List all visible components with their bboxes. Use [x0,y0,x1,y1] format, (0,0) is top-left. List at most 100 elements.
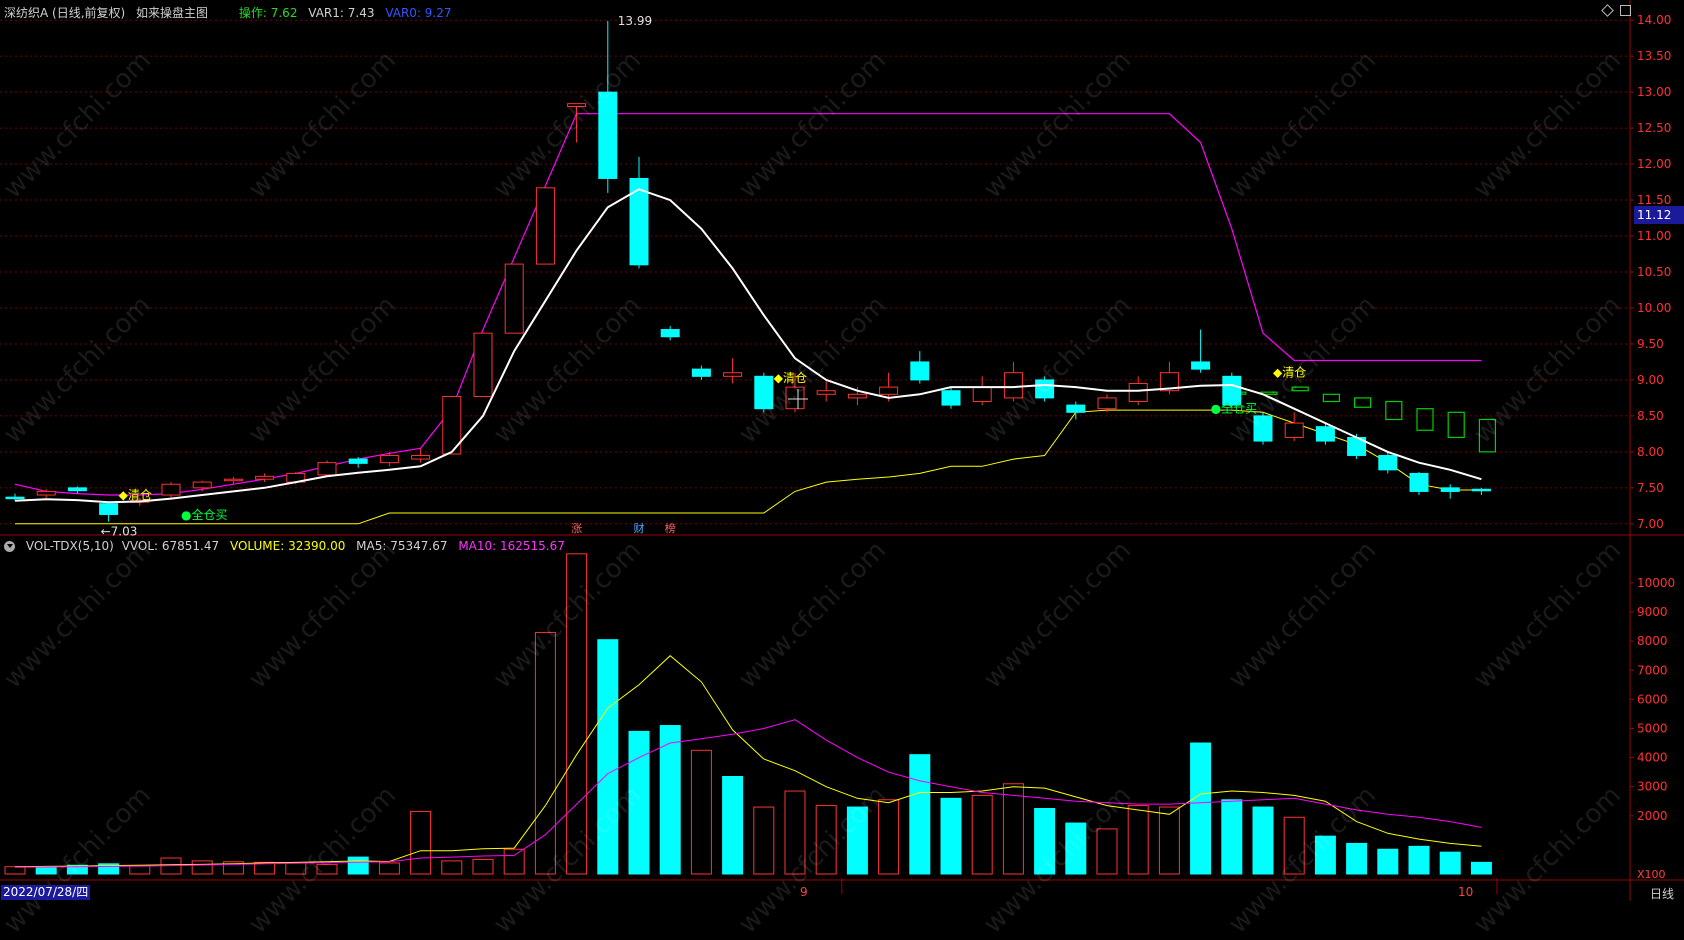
volume-bar [1439,851,1461,875]
volume-bar [191,860,213,875]
price-tick-label: 10.50 [1637,265,1671,279]
volume-header: VOL-TDX(5,10) VVOL: 67851.47 VOLUME: 323… [4,539,572,553]
volume-bar [722,775,744,875]
grid-lines [0,0,1684,901]
signal-label: ◆清仓 [119,488,152,502]
volume-bar [1346,842,1368,875]
candle-body [754,375,774,410]
volume-bar [316,863,338,875]
signal-label: 13.99 [618,14,652,28]
candle-body [567,103,587,108]
volume-tick-label: 4000 [1637,751,1668,765]
price-tick-label: 10.00 [1637,301,1671,315]
indicator-name[interactable]: 如来操盘主图 [136,6,208,20]
volume-bar [441,860,463,875]
price-tick-label: 13.00 [1637,85,1671,99]
price-tick-label: 13.50 [1637,49,1671,63]
volume-bar [1002,783,1024,875]
ma10-value: MA10: 162515.67 [458,539,565,553]
multiplier-label: X100 [1637,868,1666,881]
signal-label: ●全仓买 [1211,401,1257,416]
candle-body [99,503,119,515]
date-label: 2022/07/28/四 [1,885,91,900]
projection-box [1416,408,1434,431]
event-tag: 榜 [665,521,676,535]
candle-body [972,386,992,403]
period-label[interactable]: 日线 [1650,885,1674,902]
projection-box [1291,386,1309,392]
stock-title[interactable]: 深纺织A (日线,前复权) [4,6,125,20]
month-9-label: 9 [800,885,808,899]
price-tick-label: 7.50 [1637,481,1664,495]
volume-bar [1408,845,1430,875]
volume-indicator-name[interactable]: VOL-TDX(5,10) [26,539,114,553]
volume-tick-label: 9000 [1637,605,1668,619]
price-axis: 7.00 7.50 8.00 8.50 9.00 9.50 10.00 10.50 11.00 1… [1630,13,1675,823]
projection-box [1322,393,1341,403]
volume-tick-label: 3000 [1637,780,1668,794]
vvol-value: VVOL: 67851.47 [121,539,220,553]
candle-body [255,475,275,480]
candle-body [192,481,212,489]
candle-body [847,393,867,399]
volume-bar [659,725,681,875]
volume-panel[interactable] [4,553,1492,875]
candle-body [660,329,680,338]
candle-body [1097,397,1117,410]
candle-body [1409,472,1429,492]
candle-body [816,390,836,395]
signal-label: ◆清仓 [1273,366,1306,380]
event-tag: 涨 [571,522,582,535]
candle-body [1066,404,1086,413]
volume-bar [690,749,712,875]
event-tag: 财 [634,521,645,535]
volume-tick-label: 7000 [1637,663,1668,677]
candle-body [317,462,337,476]
volume-bar [534,631,556,875]
stock-chart[interactable]: 13.99 ←7.03 ◆清仓 ●全仓买 ◆清仓 ●全仓买 ◆清仓涨 财 榜 7.00 7.50 8… [0,0,1684,901]
volume-value: VOLUME: 32390.00 [229,539,346,553]
volume-bar [1252,806,1274,875]
volume-bar [1034,808,1056,875]
signal-label: ◆清仓 [774,371,807,385]
candle-body [1378,454,1398,471]
candle-body [379,454,399,464]
var0-value: VAR0: 9.27 [385,6,452,20]
projection-box [1385,400,1403,421]
candle-body [473,332,493,397]
candle-body [1191,361,1211,370]
candle-body [1035,379,1055,399]
projection-box [1478,418,1497,453]
scroll-up-icon[interactable] [1620,5,1631,16]
candle-body [535,187,555,265]
op-value: 操作: 7.62 [238,6,298,20]
price-tick-label: 7.00 [1637,517,1664,531]
dropdown-icon[interactable] [4,541,15,552]
volume-bar [1283,816,1305,875]
volume-bar [971,794,993,875]
signal-label: ←7.03 [101,525,138,539]
volume-bar [878,799,900,875]
volume-bar [566,553,588,875]
volume-bar [1314,835,1336,875]
volume-bar [35,866,57,875]
volume-bar [940,797,962,875]
candle-body [1471,488,1491,492]
current-price-tag: 11.12 [1634,206,1684,224]
volume-bar [909,754,931,875]
candle-body [691,368,711,377]
price-tick-label: 8.50 [1637,409,1664,423]
volume-bar [1158,806,1180,875]
candle-body [1128,383,1148,402]
candle-body [1440,487,1460,492]
volume-bar [1221,799,1243,875]
volume-tick-label: 5000 [1637,721,1668,735]
candle-body [223,478,243,482]
projection-box [1353,397,1372,408]
candle-body [1003,372,1023,399]
volume-bar [628,730,650,875]
volume-bar [597,639,619,875]
price-tick-label: 11.00 [1637,229,1671,243]
price-tick-label: 12.50 [1637,121,1671,135]
candle-body [348,458,368,464]
